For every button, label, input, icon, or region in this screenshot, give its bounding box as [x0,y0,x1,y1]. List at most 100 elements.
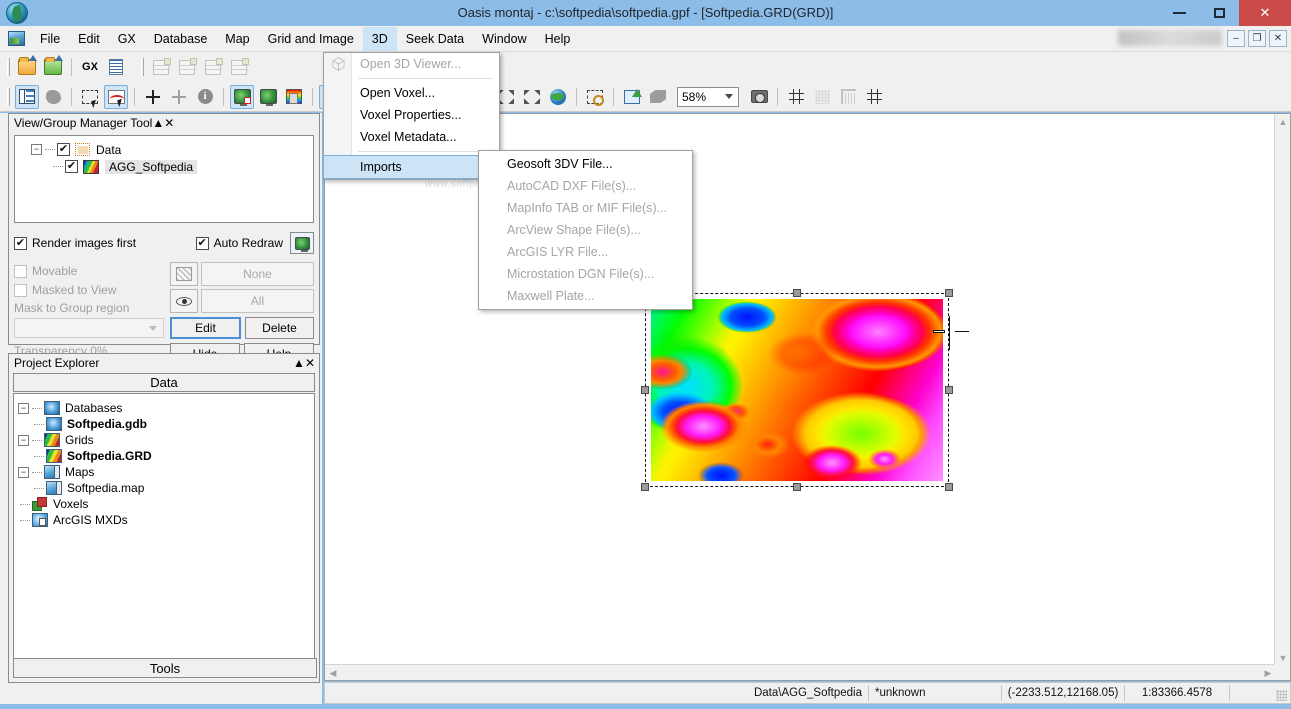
menu-item-voxel-metadata[interactable]: Voxel Metadata... [324,126,499,148]
maximize-button[interactable] [1199,0,1239,26]
menu-seek-data[interactable]: Seek Data [397,27,473,51]
scroll-left-icon[interactable]: ◀ [325,665,341,681]
open-project-green-icon[interactable] [41,55,65,79]
zoom-level-combo[interactable]: 58% [677,86,739,107]
grid-cross-icon[interactable] [862,85,886,109]
zoom-out-icon[interactable] [520,85,544,109]
close-icon[interactable]: ✕ [164,116,174,130]
eye-icon[interactable] [169,289,198,313]
checkbox-data[interactable] [57,143,70,156]
map-canvas[interactable]: SOFTPEDIA www.softpedia.com ▲ ▼ [324,113,1291,681]
tree-item-arcgis-mxds[interactable]: ArcGIS MXDs [18,512,310,528]
edit-button[interactable]: Edit [169,317,241,339]
expander-icon[interactable]: − [31,144,42,155]
tree-item-agg-softpedia[interactable]: AGG_Softpedia [19,158,309,175]
tab-tools[interactable]: Tools [13,658,317,678]
resize-handle-n[interactable] [793,289,801,297]
camera-icon[interactable] [747,85,771,109]
redraw-icon[interactable] [620,85,644,109]
resize-handle-se[interactable] [945,483,953,491]
tree-item-softpedia-gdb[interactable]: Softpedia.gdb [18,416,310,432]
grid-lines-icon[interactable] [784,85,808,109]
agg-softpedia-grid-image[interactable] [651,299,943,481]
mdi-close-button[interactable]: ✕ [1269,30,1287,47]
mdi-minimize-button[interactable]: – [1227,30,1245,47]
globe-icon[interactable] [546,85,570,109]
menu-map[interactable]: Map [216,27,258,51]
menu-item-imports[interactable]: Imports [323,155,500,179]
status-divider [1229,685,1230,701]
color-spectrum-icon[interactable] [282,85,306,109]
tree-item-data[interactable]: − Data [19,141,309,158]
select-all-button[interactable]: All [200,289,314,313]
movable-checkbox[interactable] [14,264,27,278]
canvas-vertical-scrollbar[interactable]: ▲ ▼ [1274,114,1290,666]
view-group-tree[interactable]: − Data AGG_Softpedia [14,135,314,223]
toolbar-grip-2[interactable] [141,58,144,76]
render-monitor-icon[interactable] [256,85,280,109]
menu-file[interactable]: File [31,27,69,51]
tree-item-softpedia-grd[interactable]: Softpedia.GRD [18,448,310,464]
grid-image-container[interactable] [641,289,969,491]
resize-handle-e[interactable] [945,386,953,394]
blob-shape-icon[interactable] [41,85,65,109]
render-images-first-checkbox[interactable] [14,236,27,250]
select-none-icon[interactable] [169,262,198,286]
resize-handle-w[interactable] [641,386,649,394]
resize-handle-ne[interactable] [945,289,953,297]
tree-item-voxels[interactable]: Voxels [18,496,310,512]
rectangle-select-icon[interactable] [78,85,102,109]
canvas-horizontal-scrollbar[interactable]: ◀ ▶ [325,664,1276,680]
render-image-check-icon[interactable] [230,84,254,109]
run-gx-icon[interactable]: GX [78,55,102,79]
mask-to-group-region-combo[interactable] [14,318,164,338]
menu-item-open-voxel[interactable]: Open Voxel... [324,82,499,104]
menu-window[interactable]: Window [473,27,535,51]
expander-icon[interactable]: − [18,434,29,446]
polygon-select-icon[interactable] [104,84,128,109]
zoom-rectangle-icon[interactable] [583,85,607,109]
scroll-up-icon[interactable]: ▲ [1275,114,1291,130]
snap-points-icon[interactable] [141,85,165,109]
minimize-button[interactable] [1159,0,1199,26]
checkbox-agg-softpedia[interactable] [65,160,78,173]
menu-edit[interactable]: Edit [69,27,109,51]
close-button[interactable]: ✕ [1239,0,1291,26]
close-icon[interactable]: ✕ [305,356,315,370]
menu-help[interactable]: Help [536,27,580,51]
tree-item-softpedia-map[interactable]: Softpedia.map [18,480,310,496]
toolbar-grip[interactable] [7,58,10,76]
menu-database[interactable]: Database [145,27,217,51]
resize-handle-s[interactable] [793,483,801,491]
tab-data[interactable]: Data [13,373,315,392]
tree-item-maps[interactable]: − Maps [18,464,310,480]
collapse-icon[interactable]: ▲ [293,356,305,370]
menu-3d[interactable]: 3D [362,26,397,51]
document-list-icon[interactable] [104,55,128,79]
tree-item-grids[interactable]: − Grids [18,432,310,448]
resize-handle-sw[interactable] [641,483,649,491]
tree-item-label: Grids [65,433,94,447]
menu-item-geosoft-3dv-file[interactable]: Geosoft 3DV File... [479,153,692,175]
menu-grid-and-image[interactable]: Grid and Image [259,27,363,51]
mdi-restore-button[interactable]: ❐ [1248,30,1266,47]
project-tree[interactable]: − Databases Softpedia.gdb − Grids Softpe… [13,393,315,663]
view-group-manager-icon[interactable] [15,84,39,109]
tree-item-databases[interactable]: − Databases [18,400,310,416]
resize-grip-icon[interactable] [1276,690,1287,701]
project-explorer-titlebar: Project Explorer ▲ ✕ [9,354,319,371]
expander-icon[interactable]: − [18,402,29,414]
delete-button[interactable]: Delete [244,317,315,339]
collapse-icon[interactable]: ▲ [152,116,164,130]
redraw-view-icon[interactable] [290,232,314,254]
menu-item-voxel-properties[interactable]: Voxel Properties... [324,104,499,126]
toolbar-grip-3[interactable] [7,87,10,106]
select-none-button[interactable]: None [200,262,314,286]
info-icon[interactable]: i [193,85,217,109]
gray-shape-icon[interactable] [646,85,670,109]
auto-redraw-checkbox[interactable] [195,236,209,250]
masked-to-view-checkbox[interactable] [14,283,27,297]
expander-icon[interactable]: − [18,466,29,478]
open-project-icon[interactable] [15,55,39,79]
menu-gx[interactable]: GX [109,27,145,51]
